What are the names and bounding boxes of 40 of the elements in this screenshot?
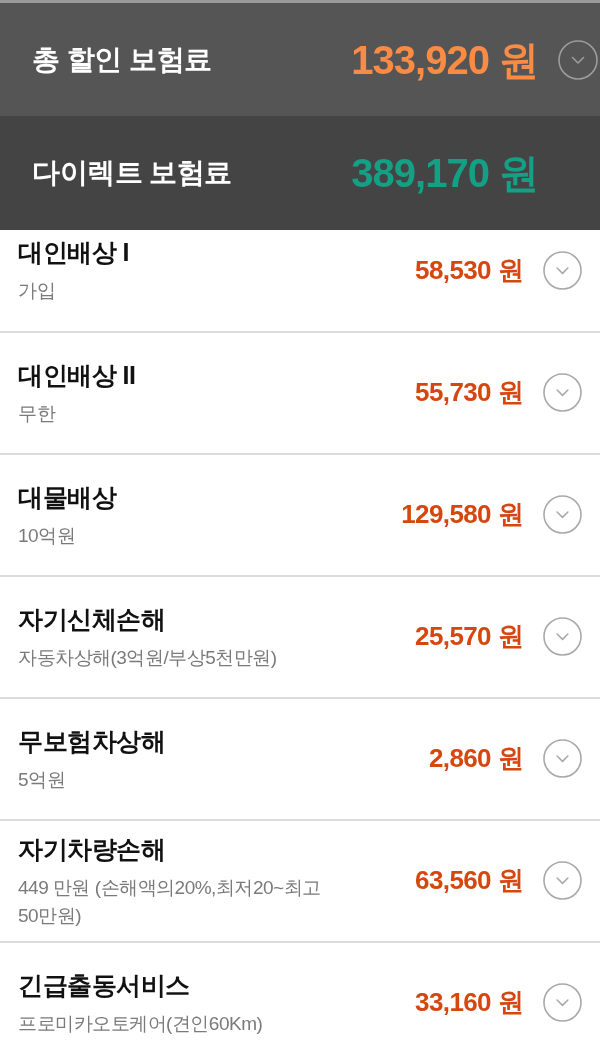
coverage-detail: 5억원 [18, 767, 67, 792]
coverage-title: 자기차량손해 [18, 833, 166, 865]
coverage-amount: 129,580 원 [401, 498, 523, 532]
expand-chevron-icon[interactable] [558, 39, 598, 80]
coverage-row[interactable]: 대인배상 I 가입 58,530 원 [0, 229, 600, 333]
coverage-row[interactable]: 무보험차상해 5억원 2,860 원 [0, 698, 600, 821]
coverage-detail: 무한 [18, 401, 57, 426]
summary-amount: 389,170 원 [351, 150, 538, 198]
summary-label: 다이렉트 보험료 [32, 156, 232, 191]
coverage-detail: 가입 [18, 279, 56, 304]
coverage-title: 대인배상 II [18, 359, 136, 391]
expand-chevron-icon[interactable] [543, 983, 582, 1023]
expand-chevron-icon[interactable] [543, 739, 582, 779]
coverage-detail: 449 만원 (손해액의20%,최저20~최고50만원) [18, 875, 322, 928]
coverage-amount: 25,570 원 [415, 620, 523, 654]
coverage-detail: 10억원 [18, 523, 77, 548]
coverage-row[interactable]: 대인배상 II 무한 55,730 원 [0, 332, 600, 455]
coverage-row[interactable]: 자기차량손해 449 만원 (손해액의20%,최저20~최고50만원) 63,560 원 [0, 820, 600, 943]
coverage-title: 대물배상 [18, 481, 116, 513]
coverage-amount: 55,730 원 [415, 376, 523, 410]
coverage-title: 대인배상 I [18, 237, 129, 269]
coverage-amount: 63,560 원 [415, 864, 523, 898]
summary-label: 총 할인 보험료 [32, 42, 212, 77]
coverage-title: 자기신체손해 [18, 603, 166, 635]
coverage-row[interactable]: 긴급출동서비스 프로미카오토케어(견인60Km) 33,160 원 [0, 942, 600, 1061]
expand-chevron-icon[interactable] [543, 373, 582, 413]
coverage-amount: 58,530 원 [415, 253, 523, 287]
coverage-amount: 33,160 원 [415, 986, 523, 1020]
coverage-detail: 자동차상해(3억원/부상5천만원) [18, 645, 277, 670]
expand-chevron-icon[interactable] [543, 861, 582, 901]
coverage-detail: 프로미카오토케어(견인60Km) [18, 1011, 263, 1036]
expand-chevron-icon[interactable] [543, 617, 582, 657]
coverage-amount: 2,860 원 [428, 742, 523, 776]
coverage-title: 긴급출동서비스 [18, 969, 191, 1001]
expand-chevron-icon[interactable] [543, 495, 582, 535]
coverage-title: 무보험차상해 [18, 725, 165, 757]
coverage-row[interactable]: 대물배상 10억원 129,580 원 [0, 454, 600, 577]
coverage-row[interactable]: 자기신체손해 자동차상해(3억원/부상5천만원) 25,570 원 [0, 576, 600, 699]
summary-amount: 133,920 원 [351, 36, 538, 84]
expand-chevron-icon[interactable] [543, 250, 582, 290]
